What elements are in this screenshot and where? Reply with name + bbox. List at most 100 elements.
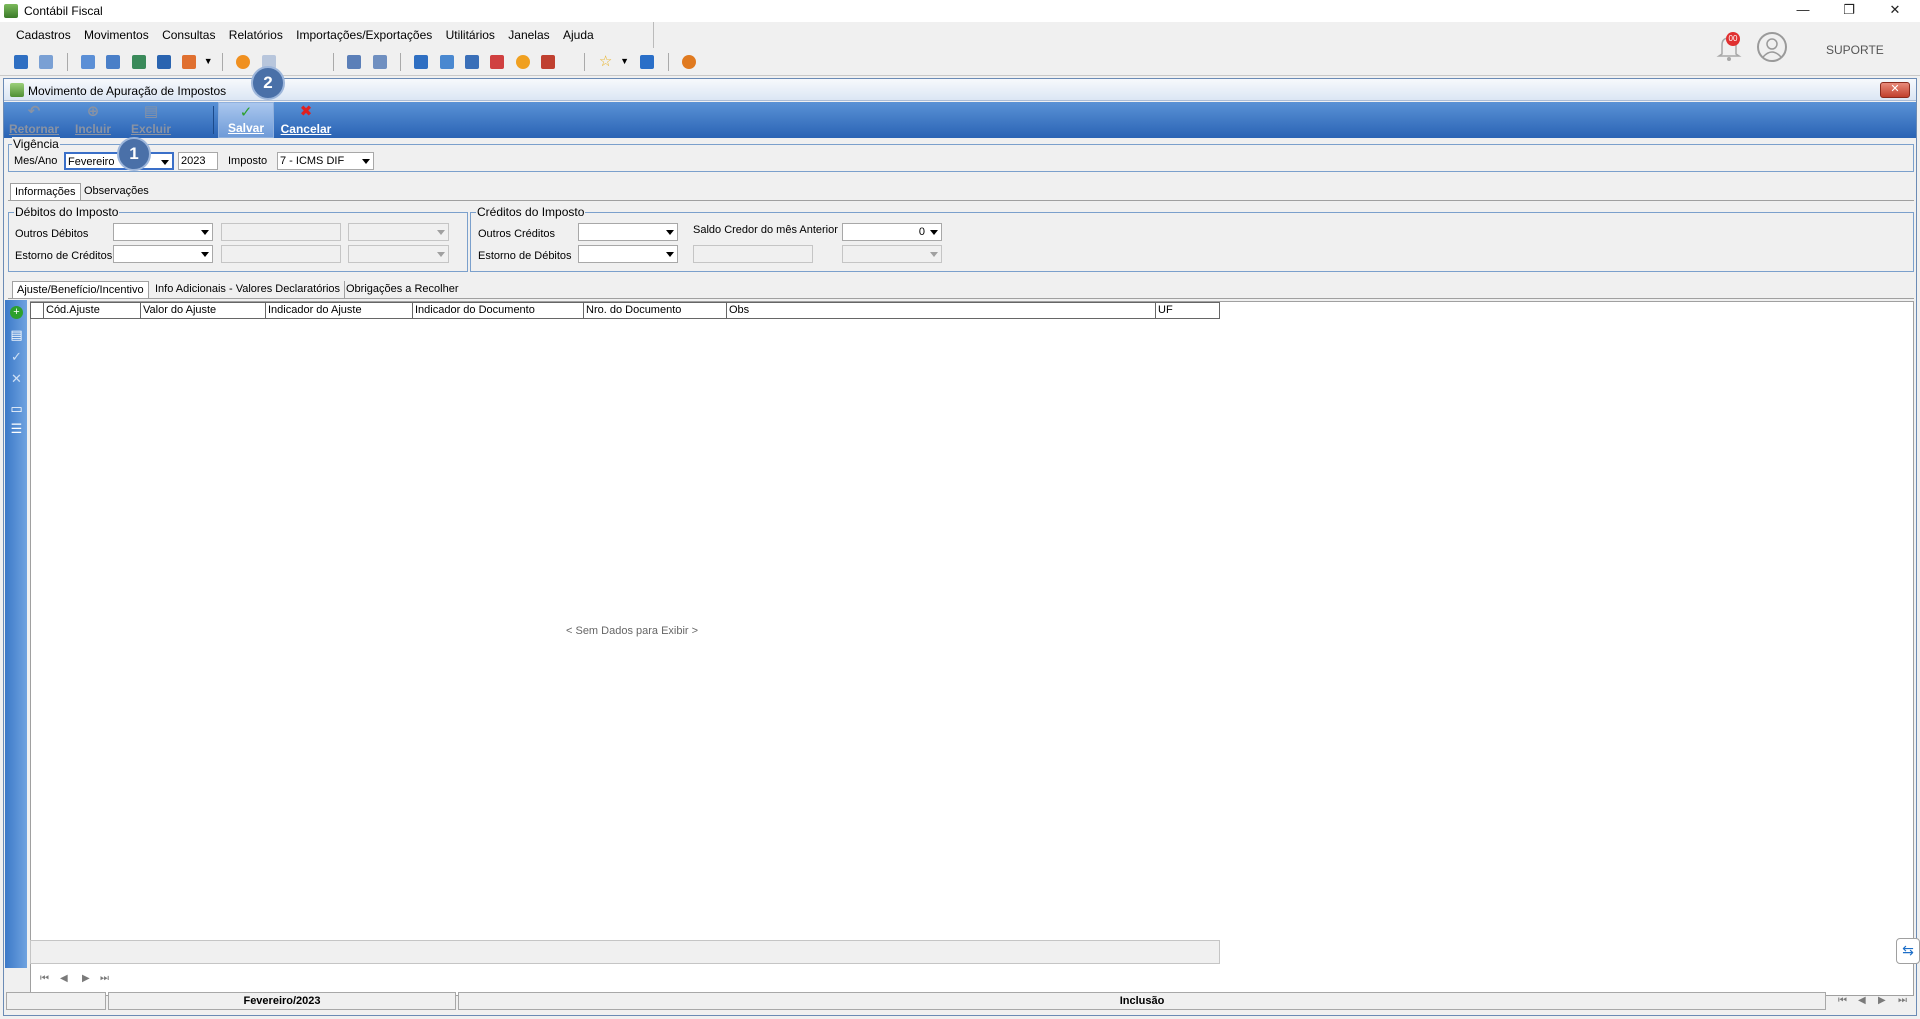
col-valor-ajuste[interactable]: Valor do Ajuste [140, 302, 266, 319]
confirm-row-icon[interactable]: ✓ [10, 350, 23, 363]
excluir-button[interactable]: ▤ Excluir [124, 102, 178, 138]
toolbar-separator [584, 53, 586, 71]
status-first-icon[interactable]: ⏮ [1838, 995, 1847, 1006]
imposto-value: 7 - ICMS DIF [280, 155, 345, 167]
estorno-creditos-select[interactable] [113, 245, 213, 263]
add-row-icon[interactable]: + [10, 306, 23, 319]
estorno-debitos-type-select [842, 245, 942, 263]
star-icon[interactable]: ☆ [599, 54, 613, 69]
spreadsheet-icon[interactable] [541, 55, 556, 69]
clock-icon[interactable] [515, 55, 530, 69]
filter-icon[interactable]: ▭ [10, 402, 23, 415]
previous-record-icon[interactable]: ◀ [60, 973, 68, 984]
menu-importacoes[interactable]: Importações/Exportações [291, 22, 437, 48]
undo-icon: ↶ [27, 103, 41, 120]
col-nro-documento[interactable]: Nro. do Documento [583, 302, 727, 319]
user-avatar-icon[interactable] [1757, 32, 1787, 62]
calculator-icon[interactable] [439, 55, 454, 69]
salvar-button[interactable]: ✓ Salvar [218, 102, 274, 138]
next-record-icon[interactable]: ▶ [82, 973, 90, 984]
restore-button[interactable]: ❐ [1826, 0, 1872, 22]
date-icon[interactable] [465, 55, 480, 69]
year-value: 2023 [181, 155, 206, 167]
estorno-debitos-select[interactable] [578, 245, 678, 263]
list-icon[interactable]: ☰ [10, 422, 23, 435]
status-cell-empty [6, 992, 106, 1010]
last-record-icon[interactable]: ⏭ [100, 973, 109, 984]
incluir-button[interactable]: ⊕ Incluir [66, 102, 120, 138]
open-icon[interactable] [14, 55, 28, 69]
estorno-debitos-label: Estorno de Débitos [478, 250, 572, 262]
status-next-icon[interactable]: ▶ [1878, 995, 1886, 1006]
menu-ajuda[interactable]: Ajuda [558, 22, 599, 48]
estorno-creditos-label: Estorno de Créditos [15, 250, 113, 262]
retornar-button[interactable]: ↶ Retornar [7, 102, 61, 138]
menu-consultas[interactable]: Consultas [157, 22, 220, 48]
tab-info-adicionais[interactable]: Info Adicionais - Valores Declaratórios [151, 281, 346, 298]
toolbar-separator [667, 53, 669, 71]
users-icon[interactable] [39, 55, 54, 69]
delete-row-icon[interactable]: ▤ [10, 328, 23, 341]
dropdown-arrow-icon[interactable]: ▼ [620, 56, 629, 66]
saldo-credor-value: 0 [918, 226, 925, 238]
chart-icon[interactable] [490, 55, 505, 69]
info-icon[interactable] [640, 55, 655, 69]
tab-ajuste-beneficio[interactable]: Ajuste/Benefício/Incentivo [12, 281, 149, 298]
status-mode: Inclusão [458, 992, 1826, 1010]
cancel-row-icon[interactable]: ✕ [10, 372, 23, 385]
col-uf[interactable]: UF [1155, 302, 1220, 319]
cancelar-button[interactable]: ✖ Cancelar [278, 102, 334, 138]
tab-observacoes[interactable]: Observações [80, 183, 153, 200]
side-panel-toggle-icon[interactable]: ⇆ [1896, 938, 1920, 964]
user-name[interactable]: SUPORTE [1826, 43, 1884, 57]
estorno-creditos-value [221, 245, 341, 263]
form-icon[interactable] [81, 55, 96, 69]
settings-icon[interactable] [236, 55, 251, 69]
export-icon[interactable] [372, 55, 387, 69]
creditos-group [470, 212, 1914, 272]
estorno-creditos-type-select [348, 245, 449, 263]
tab-obrigacoes[interactable]: Obrigações a Recolher [342, 281, 463, 298]
close-button[interactable]: ✕ [1872, 0, 1918, 22]
tab-informacoes[interactable]: Informações [10, 183, 81, 200]
app-titlebar: Contábil Fiscal — ❐ ✕ [0, 0, 1920, 22]
menu-utilitarios[interactable]: Utilitários [441, 22, 500, 48]
dropdown-arrow-icon[interactable]: ▼ [204, 56, 213, 66]
vigencia-title: Vigência [12, 137, 60, 151]
notifications-bell-icon[interactable]: 00 [1716, 32, 1742, 62]
menu-relatorios[interactable]: Relatórios [224, 22, 288, 48]
menu-janelas[interactable]: Janelas [503, 22, 554, 48]
list-icon[interactable] [106, 55, 121, 69]
col-obs[interactable]: Obs [726, 302, 1156, 319]
menu-movimentos[interactable]: Movimentos [79, 22, 154, 48]
outros-debitos-select[interactable] [113, 223, 213, 241]
saldo-credor-input[interactable]: 0 [842, 223, 942, 241]
col-cod-ajuste[interactable]: Cód.Ajuste [43, 302, 141, 319]
estorno-debitos-value [693, 245, 813, 263]
window-icon [10, 83, 24, 97]
chevron-down-icon [161, 160, 169, 165]
creditos-title: Créditos do Imposto [476, 205, 586, 219]
menu-cadastros[interactable]: Cadastros [11, 22, 76, 48]
status-last-icon[interactable]: ⏭ [1898, 995, 1907, 1006]
outros-creditos-select[interactable] [578, 223, 678, 241]
child-titlebar: Movimento de Apuração de Impostos ✕ [4, 79, 1916, 101]
minimize-button[interactable]: — [1780, 0, 1826, 22]
table-add-icon[interactable] [131, 55, 146, 69]
child-close-button[interactable]: ✕ [1880, 82, 1910, 98]
grid-footer [30, 940, 1220, 964]
col-indicador-documento[interactable]: Indicador do Documento [412, 302, 584, 319]
action-ribbon: ↶ Retornar ⊕ Incluir ▤ Excluir ✓ Salvar … [4, 102, 1916, 138]
year-input[interactable]: 2023 [178, 152, 218, 170]
report-icon[interactable] [182, 55, 197, 69]
col-indicador-ajuste[interactable]: Indicador do Ajuste [265, 302, 413, 319]
imposto-select[interactable]: 7 - ICMS DIF [277, 152, 374, 170]
first-record-icon[interactable]: ⏮ [40, 973, 49, 984]
imposto-label: Imposto [228, 155, 268, 167]
calendar-icon[interactable] [414, 55, 429, 69]
calc-icon[interactable] [157, 55, 172, 69]
import-icon[interactable] [347, 55, 362, 69]
status-previous-icon[interactable]: ◀ [1858, 995, 1866, 1006]
power-icon[interactable] [682, 55, 697, 69]
add-icon: ⊕ [86, 103, 100, 120]
